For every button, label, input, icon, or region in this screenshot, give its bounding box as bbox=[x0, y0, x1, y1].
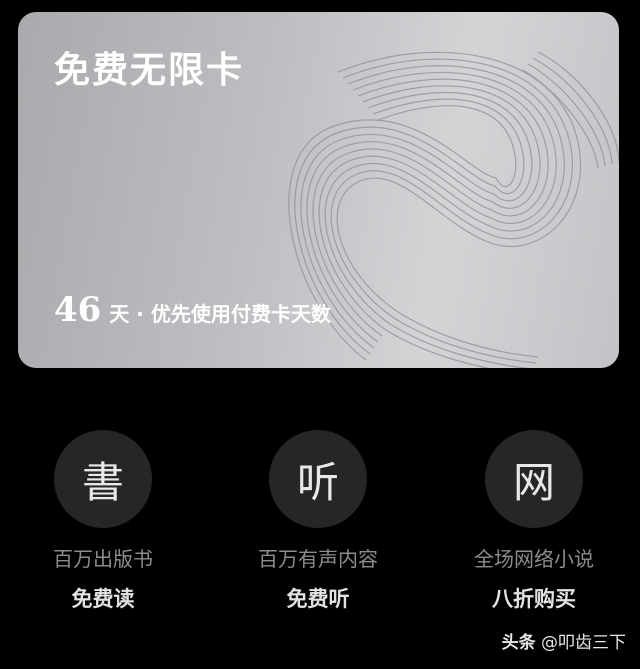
card-title: 免费无限卡 bbox=[54, 49, 245, 91]
feature-listen-title: 免费听 bbox=[286, 587, 350, 611]
feature-web-novel-subtitle: 全场网络小说 bbox=[474, 547, 594, 571]
feature-list: 書 百万出版书 免费读 听 百万有声内容 免费听 网 全场网络小说 八折购买 bbox=[0, 430, 640, 630]
feature-web-novel[interactable]: 网 全场网络小说 八折购买 bbox=[434, 430, 634, 612]
feature-listen-subtitle: 百万有声内容 bbox=[258, 547, 378, 571]
watermark-handle: @叩齿三下 bbox=[541, 633, 626, 653]
feature-read-subtitle: 百万出版书 bbox=[53, 547, 153, 571]
feature-web-novel-title: 八折购买 bbox=[492, 587, 576, 611]
feature-listen[interactable]: 听 百万有声内容 免费听 bbox=[218, 430, 418, 612]
days-description: 天 · 优先使用付费卡天数 bbox=[109, 302, 331, 326]
card-days-row: 46 天 · 优先使用付费卡天数 bbox=[54, 292, 331, 332]
watermark-brand: 头条 bbox=[501, 633, 536, 653]
listen-icon: 听 bbox=[269, 430, 367, 528]
feature-read-title: 免费读 bbox=[71, 587, 135, 611]
web-novel-icon: 网 bbox=[485, 430, 583, 528]
book-icon: 書 bbox=[54, 430, 152, 528]
days-count: 46 bbox=[54, 290, 102, 330]
membership-card[interactable]: 免费无限卡 46 天 · 优先使用付费卡天数 bbox=[18, 12, 619, 368]
watermark: 头条 @叩齿三下 bbox=[502, 628, 626, 653]
feature-read[interactable]: 書 百万出版书 免费读 bbox=[3, 430, 203, 612]
